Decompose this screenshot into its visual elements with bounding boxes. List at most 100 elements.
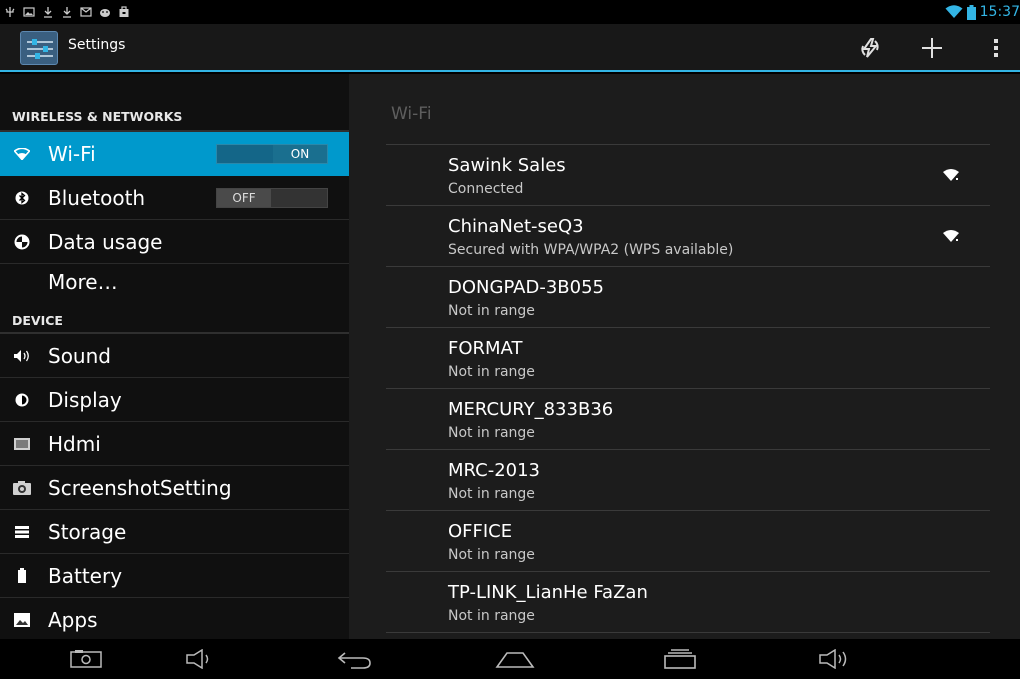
- data-usage-icon: [12, 232, 32, 252]
- back-button[interactable]: [330, 639, 380, 679]
- panel-title: Wi-Fi: [391, 104, 432, 124]
- sidebar-item-bluetooth[interactable]: Bluetooth OFF: [0, 176, 349, 220]
- android-icon: [100, 9, 110, 17]
- wifi-network-item[interactable]: OFFICE Not in range: [386, 511, 990, 572]
- speaker-icon: [12, 346, 32, 366]
- category-device: DEVICE: [12, 313, 63, 328]
- wps-button[interactable]: [846, 24, 894, 72]
- category-wireless: WIRELESS & NETWORKS: [12, 109, 183, 124]
- apps-icon: [12, 610, 32, 630]
- email-icon: [80, 7, 92, 17]
- battery-icon: [12, 566, 32, 586]
- app-title: Settings: [68, 37, 126, 53]
- system-icons: 15:37: [945, 2, 1020, 22]
- wifi-icon: [945, 5, 963, 18]
- sidebar-item-label: Storage: [48, 519, 127, 544]
- storage-icon: [12, 522, 32, 542]
- network-status: Not in range: [448, 608, 535, 624]
- sidebar-item-wifi[interactable]: Wi-Fi ON: [0, 132, 349, 176]
- sidebar-item-battery[interactable]: Battery: [0, 554, 349, 598]
- sidebar-item-label: Hdmi: [48, 431, 101, 456]
- sidebar-item-sound[interactable]: Sound: [0, 334, 349, 378]
- brightness-icon: [12, 390, 32, 410]
- wifi-network-item[interactable]: MERCURY_833B36 Not in range: [386, 389, 990, 450]
- network-name: MERCURY_833B36: [448, 399, 614, 420]
- volume-up-button[interactable]: [810, 639, 860, 679]
- wifi-icon: [12, 144, 32, 164]
- sidebar-item-label: Battery: [48, 563, 123, 588]
- wifi-toggle[interactable]: ON: [216, 144, 328, 164]
- network-name: Sawink Sales: [448, 155, 566, 176]
- network-name: TP-LINK_LianHe FaZan: [448, 582, 648, 603]
- navigation-bar: [0, 639, 1020, 679]
- home-button[interactable]: [490, 639, 540, 679]
- bluetooth-icon: [12, 188, 32, 208]
- sidebar-item-more[interactable]: More…: [0, 264, 349, 302]
- wps-icon: [861, 38, 879, 58]
- network-status: Not in range: [448, 303, 535, 319]
- add-icon: [922, 38, 942, 58]
- bag-icon: [119, 6, 129, 17]
- bluetooth-toggle[interactable]: OFF: [216, 187, 328, 208]
- wifi-network-item[interactable]: Sawink Sales Connected: [386, 145, 990, 206]
- wifi-settings-panel: Wi-Fi Sawink Sales Connected ChinaNet-se…: [349, 74, 1020, 639]
- sidebar-item-storage[interactable]: Storage: [0, 510, 349, 554]
- sidebar-item-label: Sound: [48, 343, 111, 368]
- notification-icons: [4, 2, 130, 22]
- image-icon: [23, 7, 35, 17]
- camera-icon: [12, 478, 32, 498]
- sidebar-item-label: More…: [48, 270, 118, 294]
- status-bar: 15:37: [0, 0, 1020, 24]
- overflow-menu-icon: [994, 39, 998, 57]
- settings-sidebar: WIRELESS & NETWORKS Wi-Fi ON Bluetooth O…: [0, 74, 349, 639]
- network-status: Not in range: [448, 486, 535, 502]
- network-name: ChinaNet-seQ3: [448, 216, 584, 237]
- download-icon: [63, 7, 71, 18]
- network-name: OFFICE: [448, 521, 513, 542]
- back-icon: [337, 652, 371, 669]
- hdmi-icon: [12, 434, 32, 454]
- wifi-network-item[interactable]: FORMAT Not in range: [386, 328, 990, 389]
- network-name: FORMAT: [448, 338, 523, 359]
- screenshot-button[interactable]: [66, 639, 106, 679]
- sidebar-item-data-usage[interactable]: Data usage: [0, 220, 349, 264]
- volume-down-button[interactable]: [180, 639, 220, 679]
- action-bar: Settings: [0, 24, 1020, 72]
- sidebar-item-screenshot[interactable]: ScreenshotSetting: [0, 466, 349, 510]
- clock: 15:37: [979, 4, 1020, 20]
- add-network-button[interactable]: [908, 24, 956, 72]
- volume-down-icon: [186, 649, 209, 669]
- network-status: Not in range: [448, 364, 535, 380]
- settings-icon[interactable]: [20, 31, 58, 65]
- download-icon: [44, 7, 52, 18]
- battery-icon: [966, 4, 976, 20]
- screenshot-icon: [70, 650, 102, 668]
- sidebar-item-label: Display: [48, 387, 122, 412]
- sidebar-item-label: Apps: [48, 608, 98, 632]
- toggle-state: ON: [273, 145, 327, 163]
- recent-apps-button[interactable]: [655, 639, 705, 679]
- toggle-state: OFF: [217, 188, 271, 207]
- network-status: Secured with WPA/WPA2 (WPS available): [448, 242, 734, 258]
- network-status: Not in range: [448, 425, 535, 441]
- sidebar-item-label: Wi-Fi: [48, 142, 96, 166]
- sidebar-item-label: ScreenshotSetting: [48, 475, 232, 500]
- wifi-signal-icon: [943, 169, 959, 181]
- network-name: DONGPAD-3B055: [448, 277, 604, 298]
- home-icon: [495, 652, 535, 668]
- sidebar-item-hdmi[interactable]: Hdmi: [0, 422, 349, 466]
- usb-icon: [5, 7, 15, 17]
- wifi-network-item[interactable]: MRC-2013 Not in range: [386, 450, 990, 511]
- volume-up-icon: [819, 649, 847, 669]
- sidebar-item-label: Bluetooth: [48, 185, 146, 210]
- overflow-menu-button[interactable]: [972, 24, 1020, 72]
- network-name: MRC-2013: [448, 460, 541, 481]
- wifi-network-item[interactable]: ChinaNet-seQ3 Secured with WPA/WPA2 (WPS…: [386, 206, 990, 267]
- wifi-signal-icon: [943, 230, 959, 242]
- wifi-network-item[interactable]: DONGPAD-3B055 Not in range: [386, 267, 990, 328]
- wifi-network-item[interactable]: TP-LINK_LianHe FaZan Not in range: [386, 572, 990, 633]
- sidebar-item-display[interactable]: Display: [0, 378, 349, 422]
- sidebar-item-apps[interactable]: Apps: [0, 598, 349, 642]
- network-status: Connected: [448, 181, 524, 197]
- network-status: Not in range: [448, 547, 535, 563]
